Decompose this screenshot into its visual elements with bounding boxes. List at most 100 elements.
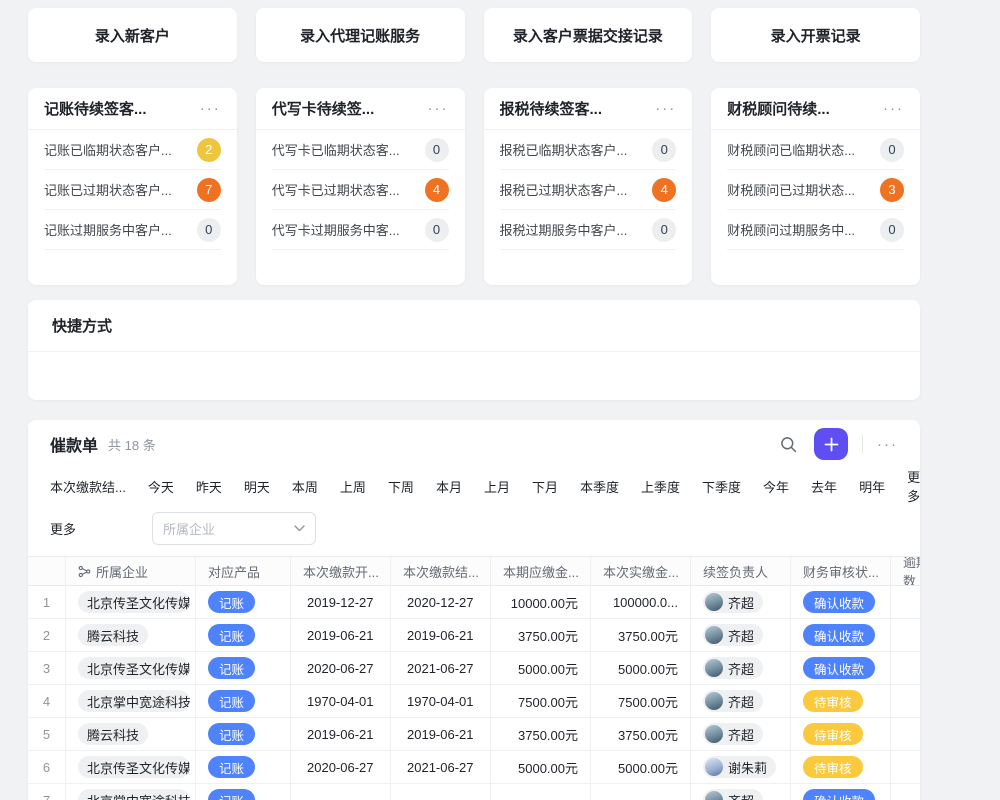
- product-cell[interactable]: 记账: [196, 784, 291, 800]
- table-row[interactable]: 7北京掌中宽途科技记账齐超确认收款: [28, 784, 920, 800]
- audit-status-cell[interactable]: 确认收款: [791, 619, 891, 651]
- stat-list-item[interactable]: 记账已过期状态客户...7: [44, 170, 221, 210]
- amount-cell[interactable]: 5000.00元: [591, 652, 691, 684]
- card-more-icon[interactable]: ···: [883, 101, 904, 116]
- date-cell[interactable]: 2021-06-27: [391, 751, 491, 783]
- audit-status-cell[interactable]: 待审核: [791, 751, 891, 783]
- amount-cell[interactable]: 3750.00元: [491, 619, 591, 651]
- audit-status-cell[interactable]: 确认收款: [791, 586, 891, 618]
- amount-cell[interactable]: 5000.00元: [491, 751, 591, 783]
- company-cell[interactable]: 腾云科技: [66, 718, 196, 750]
- column-header-paid[interactable]: 本次实缴金...: [591, 557, 691, 585]
- date-filter-option[interactable]: 本周: [292, 477, 318, 496]
- date-cell[interactable]: 2020-06-27: [291, 751, 391, 783]
- amount-cell[interactable]: 10000.00元: [491, 586, 591, 618]
- stat-list-item[interactable]: 代写卡已过期状态客...4: [272, 170, 449, 210]
- column-header-num[interactable]: [28, 557, 66, 585]
- company-filter-select[interactable]: 所属企业: [152, 512, 316, 545]
- amount-cell[interactable]: 3750.00元: [591, 619, 691, 651]
- date-filter-option[interactable]: 昨天: [196, 477, 222, 496]
- overdue-cell[interactable]: [891, 751, 920, 783]
- amount-cell[interactable]: 5000.00元: [591, 751, 691, 783]
- audit-status-cell[interactable]: 确认收款: [791, 784, 891, 800]
- owner-cell[interactable]: 齐超: [691, 718, 791, 750]
- stat-list-item[interactable]: 代写卡已临期状态客...0: [272, 130, 449, 170]
- date-cell[interactable]: 1970-04-01: [291, 685, 391, 717]
- card-more-icon[interactable]: ···: [200, 101, 221, 116]
- stat-list-item[interactable]: 报税已过期状态客户...4: [500, 170, 677, 210]
- owner-cell[interactable]: 齐超: [691, 619, 791, 651]
- date-cell[interactable]: 2019-06-21: [291, 619, 391, 651]
- date-cell[interactable]: 2020-06-27: [291, 652, 391, 684]
- column-header-overdue[interactable]: 逾期天数: [891, 557, 920, 585]
- add-record-button[interactable]: [814, 428, 848, 460]
- stat-list-item[interactable]: 报税过期服务中客户...0: [500, 210, 677, 250]
- column-header-end[interactable]: 本次缴款结...: [391, 557, 491, 585]
- table-row[interactable]: 5腾云科技记账2019-06-212019-06-213750.00元3750.…: [28, 718, 920, 751]
- company-cell[interactable]: 北京传圣文化传媒: [66, 751, 196, 783]
- amount-cell[interactable]: 100000.0...: [591, 586, 691, 618]
- card-more-icon[interactable]: ···: [655, 101, 676, 116]
- overdue-cell[interactable]: [891, 586, 920, 618]
- more-filters-link[interactable]: 更多: [50, 519, 76, 538]
- overdue-cell[interactable]: [891, 685, 920, 717]
- overdue-cell[interactable]: [891, 784, 920, 800]
- quick-action-button[interactable]: 录入新客户: [28, 8, 237, 62]
- column-header-start[interactable]: 本次缴款开...: [291, 557, 391, 585]
- date-cell[interactable]: 2020-12-27: [391, 586, 491, 618]
- quick-action-button[interactable]: 录入客户票据交接记录: [484, 8, 693, 62]
- search-icon[interactable]: [776, 432, 800, 456]
- stat-list-item[interactable]: 代写卡过期服务中客...0: [272, 210, 449, 250]
- overdue-cell[interactable]: [891, 718, 920, 750]
- table-row[interactable]: 3北京传圣文化传媒记账2020-06-272021-06-275000.00元5…: [28, 652, 920, 685]
- table-row[interactable]: 2腾云科技记账2019-06-212019-06-213750.00元3750.…: [28, 619, 920, 652]
- audit-status-cell[interactable]: 待审核: [791, 685, 891, 717]
- owner-cell[interactable]: 齐超: [691, 652, 791, 684]
- date-cell[interactable]: [291, 784, 391, 800]
- audit-status-cell[interactable]: 待审核: [791, 718, 891, 750]
- company-cell[interactable]: 北京掌中宽途科技: [66, 784, 196, 800]
- date-cell[interactable]: [391, 784, 491, 800]
- owner-cell[interactable]: 齐超: [691, 784, 791, 800]
- date-cell[interactable]: 2019-06-21: [391, 619, 491, 651]
- product-cell[interactable]: 记账: [196, 718, 291, 750]
- amount-cell[interactable]: 7500.00元: [491, 685, 591, 717]
- date-filter-option[interactable]: 下季度: [702, 477, 741, 496]
- more-date-filters-link[interactable]: 更多: [907, 467, 920, 505]
- stat-list-item[interactable]: 财税顾问过期服务中...0: [727, 210, 904, 250]
- date-filter-option[interactable]: 下月: [532, 477, 558, 496]
- stat-list-item[interactable]: 财税顾问已临期状态...0: [727, 130, 904, 170]
- card-more-icon[interactable]: ···: [428, 101, 449, 116]
- company-cell[interactable]: 腾云科技: [66, 619, 196, 651]
- date-filter-option[interactable]: 下周: [388, 477, 414, 496]
- date-filter-option[interactable]: 上季度: [641, 477, 680, 496]
- product-cell[interactable]: 记账: [196, 619, 291, 651]
- date-cell[interactable]: 2021-06-27: [391, 652, 491, 684]
- date-filter-option[interactable]: 明天: [244, 477, 270, 496]
- table-row[interactable]: 6北京传圣文化传媒记账2020-06-272021-06-275000.00元5…: [28, 751, 920, 784]
- overdue-cell[interactable]: [891, 652, 920, 684]
- amount-cell[interactable]: [591, 784, 691, 800]
- owner-cell[interactable]: 齐超: [691, 586, 791, 618]
- table-row[interactable]: 1北京传圣文化传媒记账2019-12-272020-12-2710000.00元…: [28, 586, 920, 619]
- stat-list-item[interactable]: 报税已临期状态客户...0: [500, 130, 677, 170]
- audit-status-cell[interactable]: 确认收款: [791, 652, 891, 684]
- column-header-due[interactable]: 本期应缴金...: [491, 557, 591, 585]
- product-cell[interactable]: 记账: [196, 685, 291, 717]
- amount-cell[interactable]: 7500.00元: [591, 685, 691, 717]
- column-header-product[interactable]: 对应产品: [196, 557, 291, 585]
- company-cell[interactable]: 北京掌中宽途科技: [66, 685, 196, 717]
- column-header-company[interactable]: 所属企业: [66, 557, 196, 585]
- owner-cell[interactable]: 谢朱莉: [691, 751, 791, 783]
- date-filter-option[interactable]: 上周: [340, 477, 366, 496]
- amount-cell[interactable]: [491, 784, 591, 800]
- amount-cell[interactable]: 5000.00元: [491, 652, 591, 684]
- stat-list-item[interactable]: 记账已临期状态客户...2: [44, 130, 221, 170]
- owner-cell[interactable]: 齐超: [691, 685, 791, 717]
- table-row[interactable]: 4北京掌中宽途科技记账1970-04-011970-04-017500.00元7…: [28, 685, 920, 718]
- date-cell[interactable]: 1970-04-01: [391, 685, 491, 717]
- amount-cell[interactable]: 3750.00元: [591, 718, 691, 750]
- date-filter-option[interactable]: 本月: [436, 477, 462, 496]
- date-filter-option[interactable]: 今年: [763, 477, 789, 496]
- date-cell[interactable]: 2019-06-21: [391, 718, 491, 750]
